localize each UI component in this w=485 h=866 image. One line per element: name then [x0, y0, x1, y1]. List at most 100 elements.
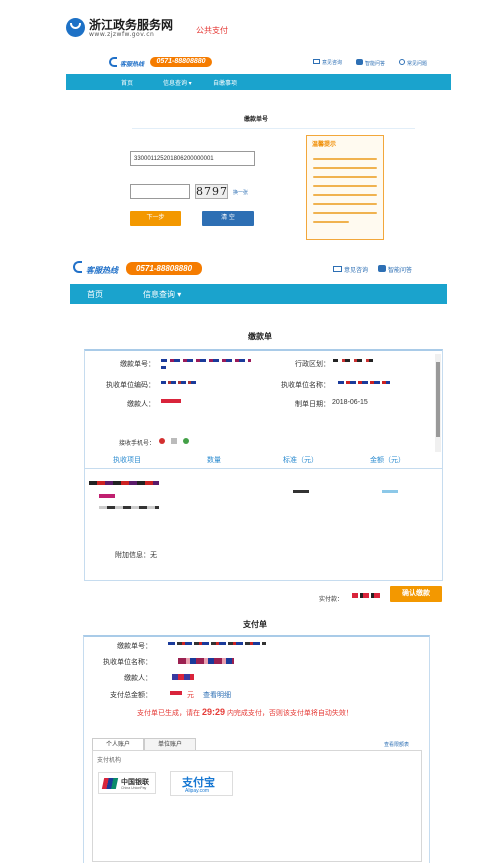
consult-link[interactable]: 意见咨询	[313, 59, 342, 67]
redacted-value	[172, 674, 194, 680]
qa-link[interactable]: 智能问答	[378, 265, 412, 274]
edit-icon[interactable]	[171, 438, 177, 444]
hotline-number: 0571-88808880	[126, 262, 202, 275]
topbar-links: 意见咨询 智能问答	[333, 265, 412, 274]
faq-link[interactable]: 常见问题	[399, 59, 427, 67]
chat-icon	[333, 266, 342, 272]
scrollbar[interactable]	[435, 354, 441, 452]
tip-text-line	[313, 212, 377, 214]
pay-total-suffix: 元	[187, 692, 194, 699]
view-detail-link[interactable]: 查看明细	[203, 690, 231, 700]
unit-code-label: 执收单位编码：	[106, 382, 155, 389]
redacted-value	[161, 359, 251, 362]
title-underline	[132, 128, 415, 129]
robot-icon	[356, 59, 364, 65]
col-item: 执收项目	[113, 457, 141, 464]
redacted-value	[338, 381, 390, 384]
redacted-value	[99, 506, 159, 509]
redacted-value	[161, 366, 166, 369]
qa-link[interactable]: 智能问答	[356, 59, 385, 67]
help-icon	[399, 59, 406, 65]
col-amount: 金额（元）	[370, 457, 405, 464]
main-nav: 首页 信息查询 ▾	[70, 284, 447, 304]
pay-method-box: 支付机构 中国银联 China UnionPay 支付宝 Alipay.com	[92, 750, 422, 862]
region-label: 行政区划：	[295, 361, 330, 368]
redacted-value	[178, 658, 234, 664]
alipay-option[interactable]: 支付宝 Alipay.com	[170, 771, 233, 796]
date-value: 2018-06-15	[332, 399, 368, 406]
robot-icon	[378, 265, 387, 272]
phone-icon	[109, 57, 117, 67]
unionpay-en: China UnionPay	[121, 786, 147, 790]
tip-text-line	[313, 158, 377, 160]
pay-payer-label: 缴款人：	[124, 675, 152, 682]
pay-total-label: 支付总金额：	[110, 692, 152, 699]
table-divider	[85, 468, 442, 469]
main-nav: 首页 信息查询 ▾ 自缴事项	[66, 74, 451, 90]
bill-table: 缴款单号： 行政区划： 执收单位编码： 执收单位名称： 缴款人： 制单日期： 2…	[84, 349, 443, 581]
pay-org-label: 支付机构	[97, 758, 122, 764]
payment-title: 支付单	[243, 620, 267, 629]
tip-box: 温馨提示	[306, 135, 384, 240]
next-button[interactable]: 下一步	[130, 211, 181, 226]
col-standard: 标准（元）	[283, 457, 318, 464]
hotline-number: 0571-88808880	[150, 57, 212, 67]
confirm-pay-button[interactable]: 确认缴款	[390, 586, 442, 602]
bill-title: 缴款单	[248, 332, 272, 341]
delete-icon[interactable]	[159, 438, 165, 444]
nav-home[interactable]: 首页	[87, 289, 103, 300]
captcha-input[interactable]	[130, 184, 190, 199]
nav-query[interactable]: 信息查询 ▾	[143, 289, 181, 300]
consult-link[interactable]: 意见咨询	[333, 265, 368, 274]
redacted-value	[89, 481, 159, 485]
payer-label: 缴款人：	[127, 401, 155, 408]
captcha-image[interactable]: 8797	[195, 184, 228, 199]
unit-name-label: 执收单位名称：	[281, 382, 330, 389]
date-label: 制单日期：	[295, 401, 330, 408]
query-title: 缴款单号	[243, 117, 268, 123]
paid-label: 实付款：	[319, 597, 344, 603]
captcha-refresh-link[interactable]: 换一张	[233, 189, 248, 196]
redacted-value	[161, 399, 181, 403]
redacted-value	[382, 490, 398, 493]
tip-text-line	[313, 176, 377, 178]
hotline-label: 客服热线	[86, 266, 118, 275]
countdown-timer: 29:29	[201, 707, 225, 717]
bill-number-input[interactable]: 330001125201806200000001	[130, 151, 255, 166]
clear-button[interactable]: 清 空	[202, 211, 254, 226]
nav-self-service[interactable]: 自缴事项	[213, 78, 237, 87]
hotline-label: 客服热线	[120, 62, 145, 68]
phone-label: 接收手机号：	[118, 441, 155, 447]
tip-title: 温馨提示	[312, 142, 337, 148]
extra-info: 附加信息：无	[115, 552, 157, 559]
col-qty: 数量	[207, 457, 221, 464]
chat-icon	[313, 59, 320, 64]
redacted-value	[168, 642, 266, 645]
query-panel: 客服热线 0571-88808880 意见咨询 智能问答 常见问题 首页 信息查…	[66, 48, 451, 252]
site-url: www.zjzwfw.gov.cn	[89, 31, 155, 38]
redacted-value	[293, 490, 309, 493]
pay-bill-no-label: 缴款单号：	[117, 643, 152, 650]
payment-status: 支付单已生成，请在 29:29 内完成支付，否则该支付单将自动失效！	[137, 707, 353, 717]
tip-text-line	[313, 167, 377, 169]
nav-home[interactable]: 首页	[121, 78, 133, 87]
bill-no-label: 缴款单号：	[120, 361, 155, 368]
tip-text-line	[313, 221, 349, 223]
unionpay-logo-icon	[101, 778, 119, 789]
add-icon[interactable]	[183, 438, 189, 444]
pay-unit-name-label: 执收单位名称：	[103, 659, 152, 666]
phone-icon	[73, 261, 82, 273]
redacted-value	[333, 359, 373, 362]
topbar-links: 意见咨询 智能问答 常见问题	[313, 59, 427, 67]
section-tag[interactable]: 公共支付	[196, 25, 228, 36]
unionpay-option[interactable]: 中国银联 China UnionPay	[98, 772, 156, 794]
redacted-value	[170, 691, 182, 695]
scrollbar-thumb[interactable]	[436, 362, 440, 437]
nav-query[interactable]: 信息查询 ▾	[163, 78, 192, 87]
redacted-value	[352, 593, 382, 598]
tip-text-line	[313, 203, 377, 205]
alipay-en: Alipay.com	[185, 788, 210, 794]
limit-table-link[interactable]: 查看限额表	[384, 741, 409, 748]
redacted-value	[99, 494, 115, 498]
tip-text-line	[313, 194, 377, 196]
